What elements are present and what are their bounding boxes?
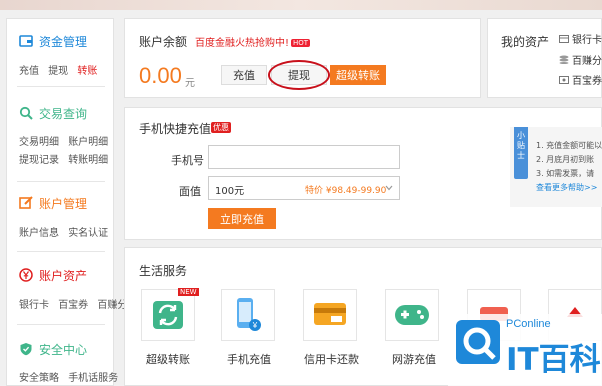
wallet-icon [19, 35, 33, 47]
sidebar-head-security[interactable]: 安全中心 [19, 341, 87, 357]
tip-line: 1. 充值金额可能以 [536, 141, 602, 150]
sidebar-link-account-info[interactable]: 账户信息 [19, 228, 59, 239]
sidebar-link-withdraw[interactable]: 提现 [48, 66, 68, 77]
amount-value: 100元 [215, 186, 245, 197]
top-banner [0, 0, 602, 10]
asset-points: 百赚分 [572, 56, 602, 67]
service-label: 超级转账 [146, 353, 190, 366]
sidebar-link-security-policy[interactable]: 安全策略 [19, 373, 59, 384]
service-credit-card[interactable] [303, 289, 357, 341]
chevron-down-icon [385, 185, 393, 191]
asset-item[interactable]: 百宝券 [559, 72, 602, 87]
edit-icon [19, 196, 33, 209]
sidebar-links-trades-1: 交易明细 账户明细 [19, 133, 114, 148]
sidebar-link-real-name[interactable]: 实名认证 [68, 228, 108, 239]
watermark-logo-text: IT百科 [506, 342, 601, 378]
tips-lines: 1. 充值金额可能以 2. 月底月初到账 3. 如需发票，请 查看更多帮助>> [536, 139, 602, 195]
balance-label: 账户余额 [139, 35, 188, 49]
coins-icon [559, 55, 569, 64]
sidebar-head-account[interactable]: 账户管理 [19, 195, 87, 211]
phone-input[interactable] [208, 145, 400, 169]
hot-badge: HOT [291, 39, 311, 47]
sidebar-title-trades: 交易查询 [39, 106, 88, 121]
service-label: 信用卡还款 [304, 353, 359, 366]
sidebar-divider [17, 86, 105, 87]
super-transfer-button[interactable]: 超级转账 [330, 65, 386, 85]
service-phone-recharge[interactable]: ¥ [221, 289, 275, 341]
promo-link[interactable]: 百度金融火热抢购中! [195, 38, 289, 49]
sidebar-title-assets: 账户资产 [39, 268, 88, 283]
highlight-ellipse [268, 60, 330, 90]
sidebar: 资金管理 充值 提现 转账 交易查询 交易明细 账户明细 提现记录 转账明细 账… [6, 18, 127, 386]
service-super-transfer[interactable] [141, 289, 195, 341]
sidebar-link-recharge[interactable]: 充值 [19, 66, 39, 77]
balance-amount: 0.00 [139, 63, 182, 88]
transfer-icon [153, 301, 183, 329]
price-text: 特价 ¥98.49-99.90 [305, 186, 387, 196]
watermark-brand: PConline [506, 318, 551, 330]
promo-text[interactable]: 百度金融火热抢购中! HOT [195, 34, 311, 49]
asset-item[interactable]: 银行卡 [559, 31, 602, 46]
my-assets-title: 我的资产 [501, 35, 550, 49]
my-assets-card: 我的资产 银行卡 百赚分 百宝券 [487, 18, 602, 98]
value-label: 面值 [179, 185, 201, 198]
asset-coupon: 百宝券 [572, 76, 602, 87]
sidebar-links-funds: 充值 提现 转账 [19, 62, 103, 77]
watermark: PConline IT百科 [448, 314, 602, 386]
gamepad-icon [395, 305, 429, 325]
asset-item[interactable]: 百赚分 [559, 52, 602, 67]
sidebar-head-funds[interactable]: 资金管理 [19, 33, 87, 49]
mobile-recharge-title: 手机快捷充值 [139, 122, 212, 136]
tip-line: 3. 如需发票，请 [536, 169, 595, 178]
sidebar-head-assets[interactable]: 账户资产 [19, 267, 87, 283]
recharge-button[interactable]: 充值 [221, 65, 267, 85]
service-label: 网游充值 [392, 353, 436, 366]
phone-label: 手机号 [171, 154, 204, 167]
pconline-logo-icon [456, 320, 500, 364]
bank-card-icon [559, 34, 569, 43]
sidebar-divider [17, 324, 105, 325]
sidebar-links-security: 安全策略 手机话服务 [19, 369, 124, 384]
sidebar-divider [17, 181, 105, 182]
sidebar-title-account: 账户管理 [39, 196, 88, 211]
discount-badge: 优惠 [211, 122, 231, 133]
recharge-now-button[interactable]: 立即充值 [208, 208, 276, 229]
search-icon [19, 106, 33, 120]
page: 资金管理 充值 提现 转账 交易查询 交易明细 账户明细 提现记录 转账明细 账… [0, 0, 602, 386]
sidebar-divider [17, 251, 105, 252]
smartphone-icon: ¥ [237, 298, 261, 331]
service-game-recharge[interactable] [385, 289, 439, 341]
asset-bank-card: 银行卡 [572, 35, 602, 46]
credit-card-icon [314, 303, 346, 325]
coupon-icon [559, 75, 569, 84]
sidebar-link-trade-details[interactable]: 交易明细 [19, 137, 59, 148]
sidebar-title-security: 安全中心 [39, 342, 88, 357]
sidebar-title-funds: 资金管理 [39, 34, 88, 49]
yen-coin-icon [19, 268, 33, 282]
amount-select[interactable]: 100元 特价 ¥98.49-99.90 [208, 176, 400, 200]
balance-unit: 元 [185, 78, 195, 89]
tips-badge: 小贴士 [514, 127, 528, 179]
shield-icon [20, 343, 32, 356]
sidebar-head-trades[interactable]: 交易查询 [19, 105, 87, 121]
sidebar-link-transfer-details[interactable]: 转账明细 [68, 155, 108, 166]
service-label: 手机充值 [227, 353, 271, 366]
sidebar-link-transfer[interactable]: 转账 [77, 66, 97, 77]
tips-more-link[interactable]: 查看更多帮助>> [536, 181, 602, 195]
sidebar-links-account: 账户信息 实名认证 [19, 224, 114, 239]
new-badge: NEW [178, 288, 199, 296]
svg-text:¥: ¥ [252, 321, 258, 330]
tip-line: 2. 月底月初到账 [536, 155, 595, 164]
sidebar-links-trades-2: 提现记录 转账明细 [19, 151, 114, 166]
sidebar-link-phone-service[interactable]: 手机话服务 [68, 373, 118, 384]
sidebar-link-withdraw-records[interactable]: 提现记录 [19, 155, 59, 166]
sidebar-link-bank-card[interactable]: 银行卡 [19, 300, 49, 311]
sidebar-link-account-details[interactable]: 账户明细 [68, 137, 108, 148]
sidebar-link-points[interactable]: 百赚分 [97, 300, 127, 311]
sidebar-links-assets: 银行卡 百宝券 百赚分 [19, 296, 133, 311]
life-services-title: 生活服务 [139, 264, 188, 278]
sidebar-link-coupon[interactable]: 百宝券 [58, 300, 88, 311]
